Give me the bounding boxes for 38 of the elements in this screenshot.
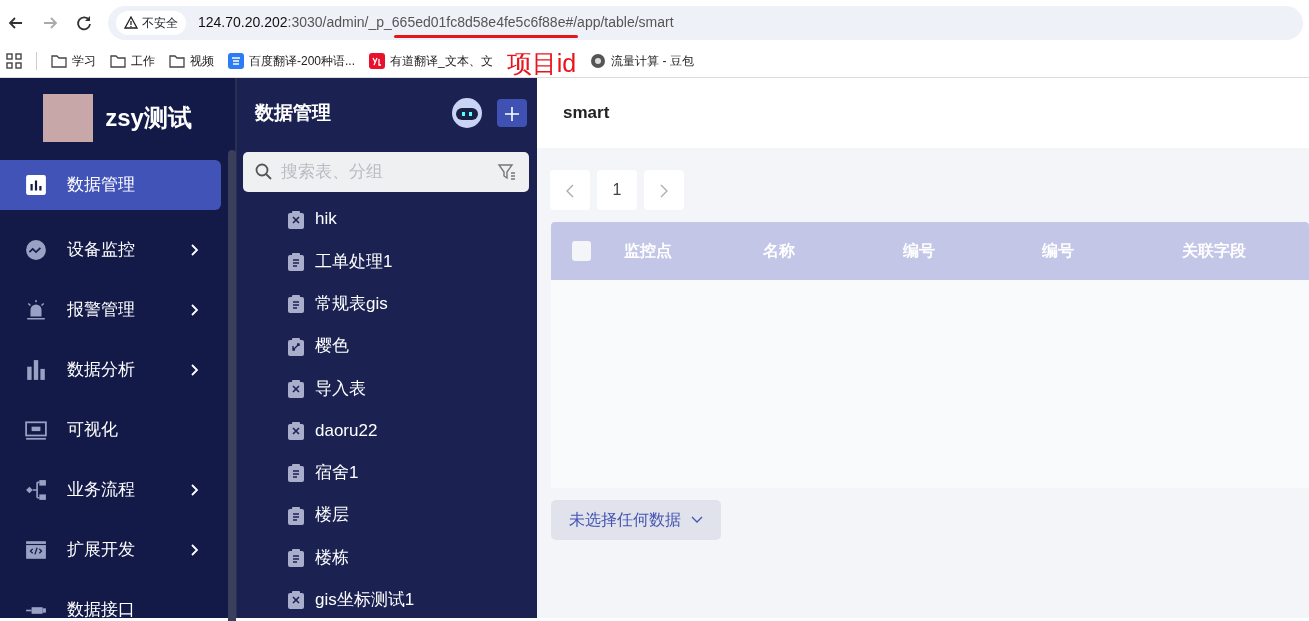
bookmark[interactable]: 视频	[169, 52, 214, 70]
bookmark[interactable]: 学习	[51, 52, 96, 70]
app-name: zsy测试	[105, 103, 192, 133]
url-text: 124.70.20.202:3030/admin/_p_665ed01fc8d58e4fe5c6f88e#/app/table/smart	[198, 13, 674, 32]
sidebar-item[interactable]: 数据管理	[0, 160, 221, 210]
column-header: 编号	[901, 241, 936, 261]
bookmark[interactable]: 百度翻译-200种语...	[228, 52, 356, 70]
sidebar-item[interactable]: 可视化	[0, 400, 221, 460]
table-list-item[interactable]: gis坐标测试1	[237, 578, 537, 621]
address-bar[interactable]: 不安全 124.70.20.202:3030/admin/_p_665ed01fc8d58e4fe5c6f88e#/app/table/smart	[108, 5, 1303, 40]
bookmark[interactable]: 流量计算 - 豆包	[590, 52, 694, 70]
table-list-item[interactable]: 宿舍1	[237, 451, 537, 495]
bookmark[interactable]: 工作	[110, 52, 155, 70]
security-chip[interactable]: 不安全	[116, 10, 186, 35]
table-list-item[interactable]: 导入表	[237, 367, 537, 410]
sidebar-item[interactable]: 设备监控	[0, 220, 221, 280]
column-header: 名称	[762, 241, 797, 261]
annotation-text: 项目id	[506, 50, 577, 76]
table-list-item[interactable]: daoru22	[237, 409, 537, 452]
panel-title: 数据管理	[255, 100, 331, 125]
table-list-item[interactable]: 常规表gis	[237, 282, 537, 325]
column-header: 监控点	[622, 241, 673, 261]
sidebar-item[interactable]: 数据分析	[0, 340, 221, 400]
page-title: smart	[563, 102, 610, 125]
bookmark[interactable]: 有道翻译_文本、文	[369, 52, 493, 70]
sidebar-item[interactable]: 报警管理	[0, 280, 221, 340]
table-list-item[interactable]: 工单处理1	[237, 240, 537, 283]
table-list-item[interactable]: 樱色	[237, 324, 537, 368]
sidebar-item[interactable]: 数据接口	[0, 580, 221, 621]
sidebar-item[interactable]: 业务流程	[0, 460, 221, 520]
page-button[interactable]: 1	[597, 170, 637, 210]
column-header: 关联字段	[1180, 241, 1247, 261]
column-header: 编号	[1041, 241, 1076, 261]
selection-dropdown[interactable]: 未选择任何数据	[551, 500, 721, 540]
table-list-item[interactable]: 楼层	[237, 494, 537, 537]
sidebar-item[interactable]: 扩展开发	[0, 520, 221, 580]
table-list-item[interactable]: 楼栋	[237, 536, 537, 579]
table-list-item[interactable]: hik	[237, 198, 537, 241]
